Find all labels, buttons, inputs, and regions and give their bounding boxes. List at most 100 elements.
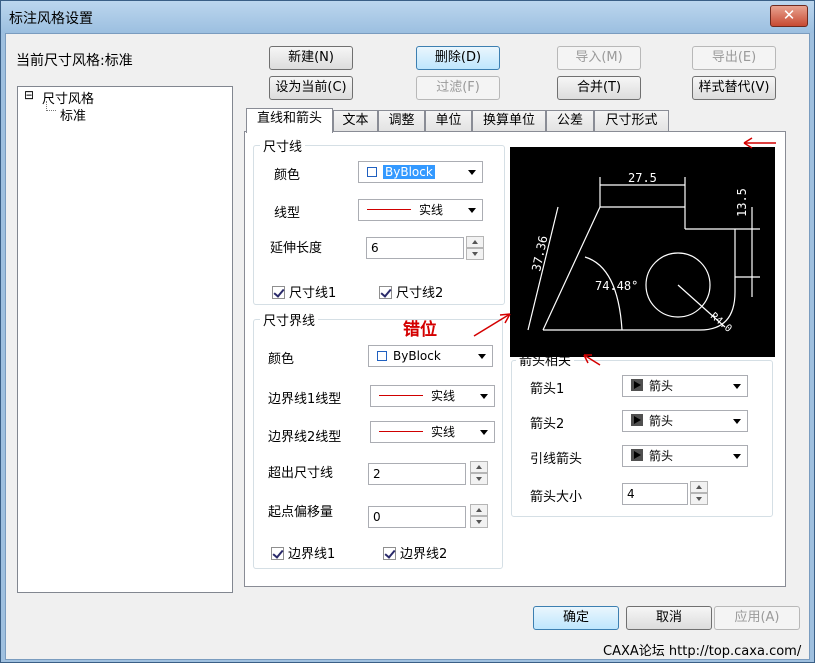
beyond-dim-line-spinner[interactable] [470, 461, 488, 485]
tree-item-standard[interactable]: 标准 [60, 105, 86, 124]
override-button[interactable]: 样式替代(V) [692, 76, 776, 100]
beyond-dim-line-label: 超出尺寸线 [268, 466, 334, 481]
dim-line1-checkbox[interactable]: 尺寸线1 [272, 282, 336, 301]
ext-line1-label: 边界线1 [288, 547, 336, 562]
color-swatch-icon [367, 167, 377, 177]
beyond-dim-line-input[interactable]: 2 [368, 463, 466, 485]
dim-line-color-label: 颜色 [274, 168, 301, 183]
filter-button[interactable]: 过滤(F) [416, 76, 500, 100]
ext-line2-label: 边界线2 [400, 547, 448, 562]
ok-button[interactable]: 确定 [533, 606, 619, 630]
annotation-arrow-icon [473, 313, 511, 337]
delete-button[interactable]: 删除(D) [416, 46, 500, 70]
dim-line1-label: 尺寸线1 [289, 286, 337, 301]
dim-line2-checkbox[interactable]: 尺寸线2 [379, 282, 443, 301]
annotation-arrow-small-icon [583, 354, 601, 366]
arrow2-combo[interactable]: 箭头 [622, 410, 748, 432]
checkbox-checked-icon[interactable] [271, 547, 284, 560]
line-sample-icon [379, 431, 423, 432]
spin-up-icon[interactable] [690, 481, 708, 493]
arrow2-label: 箭头2 [530, 417, 565, 432]
ext-line-color-label: 颜色 [268, 352, 295, 367]
spin-up-icon[interactable] [470, 461, 488, 473]
merge-button[interactable]: 合并(T) [557, 76, 641, 100]
style-tree[interactable]: ⊟ 尺寸风格 标准 [17, 86, 233, 593]
arrowhead-icon [631, 449, 643, 461]
ext-line2-type-combo[interactable]: 实线 [370, 421, 495, 443]
chevron-down-icon [733, 419, 741, 424]
outline-slant [542, 206, 601, 331]
extend-length-spinner[interactable] [466, 236, 484, 260]
spin-down-icon[interactable] [466, 248, 484, 260]
arrow-size-spinner[interactable] [690, 481, 708, 505]
dim-line-group-title: 尺寸线 [260, 136, 306, 155]
chevron-down-icon [468, 170, 476, 175]
ext-line1-type-label: 边界线1线型 [268, 392, 342, 407]
checkbox-checked-icon[interactable] [272, 286, 285, 299]
spin-down-icon[interactable] [470, 516, 488, 528]
dim-text-top: 27.5 [628, 171, 657, 185]
title-bar[interactable]: 标注风格设置 ✕ [1, 1, 814, 33]
export-button[interactable]: 导出(E) [692, 46, 776, 70]
preview-panel: 27.5 13.5 37.36 74.48° R4.0 [510, 147, 775, 357]
arrow-size-input[interactable]: 4 [622, 483, 688, 505]
preview-drawing: 27.5 13.5 37.36 74.48° R4.0 [527, 171, 760, 335]
ext-line1-checkbox[interactable]: 边界线1 [271, 543, 335, 562]
chevron-down-icon [480, 430, 488, 435]
checkbox-checked-icon[interactable] [379, 286, 392, 299]
dialog-window: 标注风格设置 ✕ 当前尺寸风格:标准 新建(N) 删除(D) 导入(M) 导出(… [0, 0, 815, 663]
dim-line-color-combo[interactable]: ByBlock [358, 161, 483, 183]
dim-line-type-label: 线型 [274, 206, 301, 221]
set-current-button[interactable]: 设为当前(C) [269, 76, 353, 100]
checkbox-checked-icon[interactable] [383, 547, 396, 560]
ext-line2-type-value: 实线 [431, 425, 456, 439]
color-swatch-icon [377, 351, 387, 361]
tab-dim-form[interactable]: 尺寸形式 [594, 110, 669, 132]
cancel-button[interactable]: 取消 [626, 606, 712, 630]
chevron-down-icon [468, 208, 476, 213]
ext-line-group-title: 尺寸界线 [260, 310, 319, 329]
extend-length-input[interactable]: 6 [366, 237, 464, 259]
start-offset-input[interactable]: 0 [368, 506, 466, 528]
tab-alt-units[interactable]: 换算单位 [472, 110, 546, 132]
line-sample-icon [379, 395, 423, 396]
tree-expander-icon[interactable]: ⊟ [24, 88, 34, 102]
import-button[interactable]: 导入(M) [557, 46, 641, 70]
leader-arrow-combo[interactable]: 箭头 [622, 445, 748, 467]
ext-line-color-combo[interactable]: ByBlock [368, 345, 493, 367]
ext-line1-type-value: 实线 [431, 389, 456, 403]
spin-up-icon[interactable] [470, 504, 488, 516]
dim-line-type-combo[interactable]: 实线 [358, 199, 483, 221]
ext-line2-type-label: 边界线2线型 [268, 430, 342, 445]
arrow1-combo[interactable]: 箭头 [622, 375, 748, 397]
current-style-label: 当前尺寸风格:标准 [16, 53, 133, 69]
close-button[interactable]: ✕ [770, 5, 808, 27]
dialog-client: 当前尺寸风格:标准 新建(N) 删除(D) 导入(M) 导出(E) 设为当前(C… [5, 33, 810, 660]
tab-lines-arrows[interactable]: 直线和箭头 [246, 108, 333, 133]
dim-line-type-value: 实线 [419, 203, 444, 217]
start-offset-spinner[interactable] [470, 504, 488, 528]
arrow1-label: 箭头1 [530, 382, 565, 397]
spin-down-icon[interactable] [690, 493, 708, 505]
new-button[interactable]: 新建(N) [269, 46, 353, 70]
tab-text[interactable]: 文本 [333, 110, 378, 132]
chevron-down-icon [478, 354, 486, 359]
ext-line1-type-combo[interactable]: 实线 [370, 385, 495, 407]
forum-credit: CAXA论坛 http://top.caxa.com/ [603, 644, 802, 659]
ext-line2-checkbox[interactable]: 边界线2 [383, 543, 447, 562]
tab-units[interactable]: 单位 [425, 110, 472, 132]
apply-button[interactable]: 应用(A) [714, 606, 800, 630]
tab-tolerance[interactable]: 公差 [546, 110, 594, 132]
arrowhead-icon [631, 414, 643, 426]
spin-up-icon[interactable] [466, 236, 484, 248]
spin-down-icon[interactable] [470, 473, 488, 485]
window-title: 标注风格设置 [9, 11, 93, 27]
extend-length-label: 延伸长度 [270, 241, 323, 256]
dim-line2-label: 尺寸线2 [396, 286, 444, 301]
dim-line-color-value: ByBlock [383, 165, 435, 179]
ext-line-color-value: ByBlock [393, 349, 441, 363]
annotation-arrow-top-icon [743, 137, 776, 149]
tab-adjust[interactable]: 调整 [378, 110, 425, 132]
arrow2-value: 箭头 [649, 414, 674, 428]
angle-arc [584, 256, 623, 331]
